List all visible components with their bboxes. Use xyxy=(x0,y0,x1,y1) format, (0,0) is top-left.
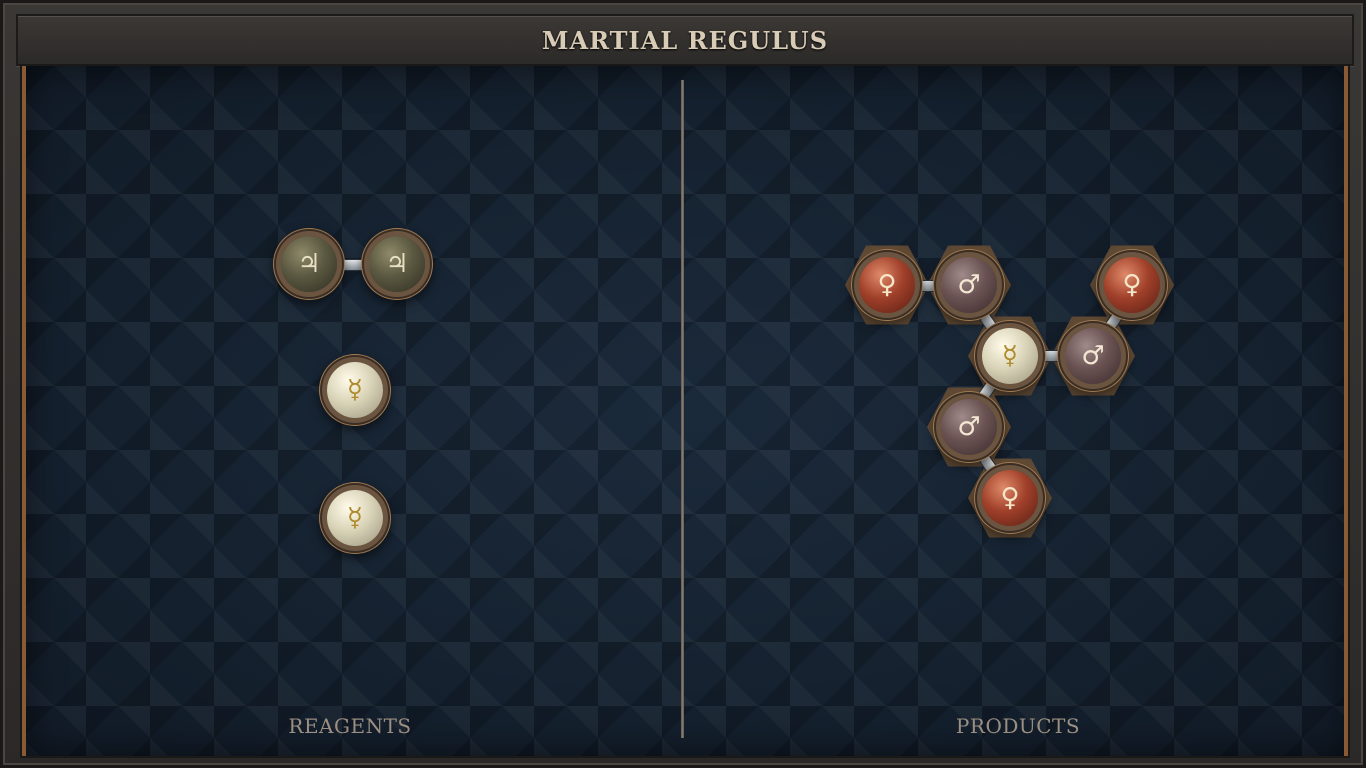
bond xyxy=(912,280,944,292)
quicksilver-symbol: ☿ xyxy=(347,503,363,533)
puzzle-board xyxy=(20,64,1350,758)
products-label: PRODUCTS xyxy=(955,714,1081,738)
lead-atom: ♃ xyxy=(369,236,425,292)
copper-symbol: ♀ xyxy=(1122,270,1142,300)
copper-symbol: ♀ xyxy=(1000,483,1020,513)
copper-atom: ♀ xyxy=(1104,257,1160,313)
bond xyxy=(1035,350,1067,362)
quicksilver-symbol: ☿ xyxy=(1002,341,1018,371)
copper-symbol: ♀ xyxy=(877,270,897,300)
section-divider xyxy=(681,80,684,738)
copper-atom: ♀ xyxy=(982,470,1038,526)
reagent-quicksilver-atom: ☿ xyxy=(327,362,383,418)
lead-symbol: ♃ xyxy=(385,249,409,279)
iron-atom: ♂ xyxy=(1065,328,1121,384)
title-bar: MARTIAL REGULUS xyxy=(16,14,1354,66)
quicksilver-symbol: ☿ xyxy=(347,375,363,405)
puzzle-title: MARTIAL REGULUS xyxy=(541,25,829,55)
iron-atom: ♂ xyxy=(941,257,997,313)
iron-symbol: ♂ xyxy=(957,270,981,300)
quicksilver-atom: ☿ xyxy=(982,328,1038,384)
iron-atom: ♂ xyxy=(941,399,997,455)
iron-symbol: ♂ xyxy=(1081,341,1105,371)
copper-atom: ♀ xyxy=(859,257,915,313)
reagents-label: REAGENTS xyxy=(288,714,412,738)
reagent-quicksilver-atom: ☿ xyxy=(327,490,383,546)
lead-atom: ♃ xyxy=(281,236,337,292)
iron-symbol: ♂ xyxy=(957,412,981,442)
lead-symbol: ♃ xyxy=(297,249,321,279)
